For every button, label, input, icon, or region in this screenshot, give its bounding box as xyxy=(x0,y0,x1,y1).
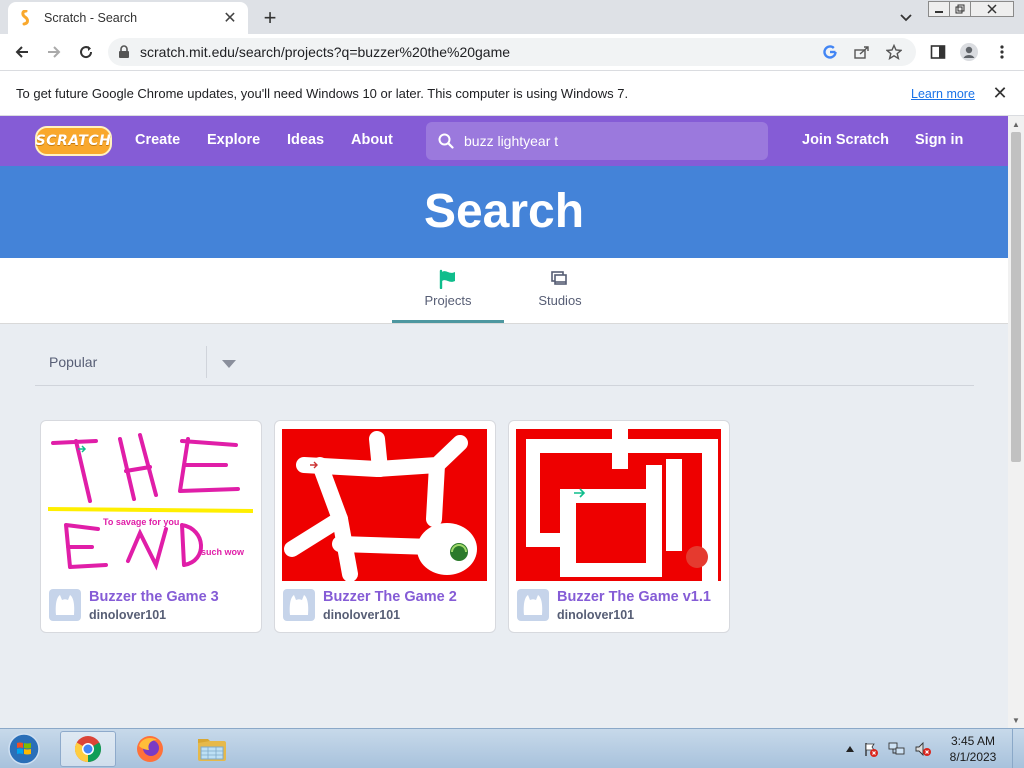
scratch-navbar: SCRATCH Create Explore Ideas About Join … xyxy=(0,116,1008,166)
author-avatar[interactable] xyxy=(283,589,315,621)
taskbar-clock[interactable]: 3:45 AM 8/1/2023 xyxy=(940,733,1006,765)
window-close-button[interactable] xyxy=(970,1,1014,17)
browser-tab[interactable]: Scratch - Search ✕ xyxy=(8,2,248,34)
author-avatar[interactable] xyxy=(49,589,81,621)
author-avatar[interactable] xyxy=(517,589,549,621)
infobar-close-icon[interactable]: ✕ xyxy=(990,83,1010,103)
project-thumbnail[interactable] xyxy=(516,429,721,581)
page-viewport: SCRATCH Create Explore Ideas About Join … xyxy=(0,116,1008,728)
taskbar-firefox[interactable] xyxy=(122,731,178,767)
side-panel-icon[interactable] xyxy=(928,42,948,62)
window-controls xyxy=(928,1,1014,17)
scratch-favicon-icon xyxy=(18,10,34,26)
reload-icon[interactable] xyxy=(76,42,96,62)
chrome-icon xyxy=(74,736,102,763)
url-text: scratch.mit.edu/search/projects?q=buzzer… xyxy=(140,44,511,60)
nav-ideas[interactable]: Ideas xyxy=(287,132,324,148)
project-title[interactable]: Buzzer The Game v1.1 xyxy=(557,589,711,605)
tab-title: Scratch - Search xyxy=(44,11,138,25)
sort-divider xyxy=(206,346,207,378)
page-scrollbar[interactable]: ▲ ▼ xyxy=(1008,116,1024,728)
system-tray xyxy=(842,729,936,768)
page-title: Search xyxy=(423,185,585,238)
share-icon[interactable] xyxy=(852,42,872,62)
network-icon[interactable] xyxy=(884,741,910,757)
update-infobar: To get future Google Chrome updates, you… xyxy=(0,70,1024,116)
project-thumbnail[interactable] xyxy=(282,429,487,581)
flag-icon xyxy=(438,269,458,289)
tab-projects-label: Projects xyxy=(424,293,472,308)
project-card[interactable]: Buzzer The Game 2 dinolover101 xyxy=(274,420,496,633)
windows-taskbar: 3:45 AM 8/1/2023 xyxy=(0,728,1024,768)
minimize-button[interactable] xyxy=(928,1,950,17)
join-scratch-link[interactable]: Join Scratch xyxy=(802,132,889,148)
back-arrow-icon[interactable] xyxy=(12,42,32,62)
clock-time: 3:45 AM xyxy=(950,734,996,748)
scroll-down-icon[interactable]: ▼ xyxy=(1008,712,1024,728)
nav-explore[interactable]: Explore xyxy=(207,132,260,148)
profile-avatar-icon[interactable] xyxy=(959,42,979,62)
show-desktop-button[interactable] xyxy=(1012,729,1024,768)
address-bar[interactable]: scratch.mit.edu/search/projects?q=buzzer… xyxy=(108,38,916,66)
tab-studios[interactable]: Studios xyxy=(504,258,616,323)
tab-close-icon[interactable]: ✕ xyxy=(222,10,238,27)
lock-icon xyxy=(118,45,130,59)
browser-toolbar: scratch.mit.edu/search/projects?q=buzzer… xyxy=(0,34,1024,70)
project-author[interactable]: dinolover101 xyxy=(557,608,634,622)
project-card[interactable]: Buzzer The Game v1.1 dinolover101 xyxy=(508,420,730,633)
thumb-text-wow: such wow xyxy=(201,547,245,557)
new-tab-button[interactable]: + xyxy=(258,5,282,30)
sign-in-link[interactable]: Sign in xyxy=(915,132,963,148)
action-center-flag-icon[interactable] xyxy=(858,741,884,757)
project-author[interactable]: dinolover101 xyxy=(89,608,166,622)
project-title[interactable]: Buzzer the Game 3 xyxy=(89,589,219,605)
learn-more-link[interactable]: Learn more xyxy=(911,87,975,101)
sort-selected: Popular xyxy=(49,354,98,370)
scrollbar-thumb[interactable] xyxy=(1011,132,1021,462)
tab-studios-label: Studios xyxy=(538,293,582,308)
project-thumbnail[interactable]: To savage for you such wow xyxy=(48,429,253,581)
studios-icon xyxy=(550,269,570,289)
taskbar-chrome[interactable] xyxy=(60,731,116,767)
logo-text: SCRATCH xyxy=(35,133,112,149)
scratch-search-box[interactable] xyxy=(426,122,768,160)
nav-create[interactable]: Create xyxy=(135,132,180,148)
volume-muted-icon[interactable] xyxy=(910,741,936,757)
browser-tab-strip: Scratch - Search ✕ + xyxy=(0,0,1024,34)
scratch-logo[interactable]: SCRATCH xyxy=(35,126,112,156)
search-input[interactable] xyxy=(464,133,754,149)
browser-menu-icon[interactable] xyxy=(992,42,1012,62)
forward-arrow-icon[interactable] xyxy=(44,42,64,62)
sort-dropdown[interactable]: Popular xyxy=(35,344,974,386)
chevron-down-icon xyxy=(221,358,237,370)
bookmark-star-icon[interactable] xyxy=(884,42,904,62)
taskbar-explorer[interactable] xyxy=(184,731,240,767)
google-icon[interactable] xyxy=(820,42,840,62)
firefox-icon xyxy=(137,736,163,762)
tab-projects[interactable]: Projects xyxy=(392,258,504,323)
search-tabs: Projects Studios xyxy=(0,258,1008,324)
tab-search-chevron-icon[interactable] xyxy=(896,8,916,28)
folder-icon xyxy=(198,739,226,761)
tray-expand-icon[interactable] xyxy=(842,746,858,752)
search-banner: Search xyxy=(0,166,1008,258)
start-button[interactable] xyxy=(4,731,44,767)
nav-about[interactable]: About xyxy=(351,132,393,148)
project-title[interactable]: Buzzer The Game 2 xyxy=(323,589,457,605)
project-card[interactable]: To savage for you such wow Buzzer the Ga… xyxy=(40,420,262,633)
restore-button[interactable] xyxy=(949,1,971,17)
project-author[interactable]: dinolover101 xyxy=(323,608,400,622)
clock-date: 8/1/2023 xyxy=(949,750,997,764)
infobar-message: To get future Google Chrome updates, you… xyxy=(16,86,629,101)
scroll-up-icon[interactable]: ▲ xyxy=(1008,116,1024,132)
thumb-text-savage: To savage for you xyxy=(103,517,179,527)
search-icon xyxy=(438,133,454,149)
